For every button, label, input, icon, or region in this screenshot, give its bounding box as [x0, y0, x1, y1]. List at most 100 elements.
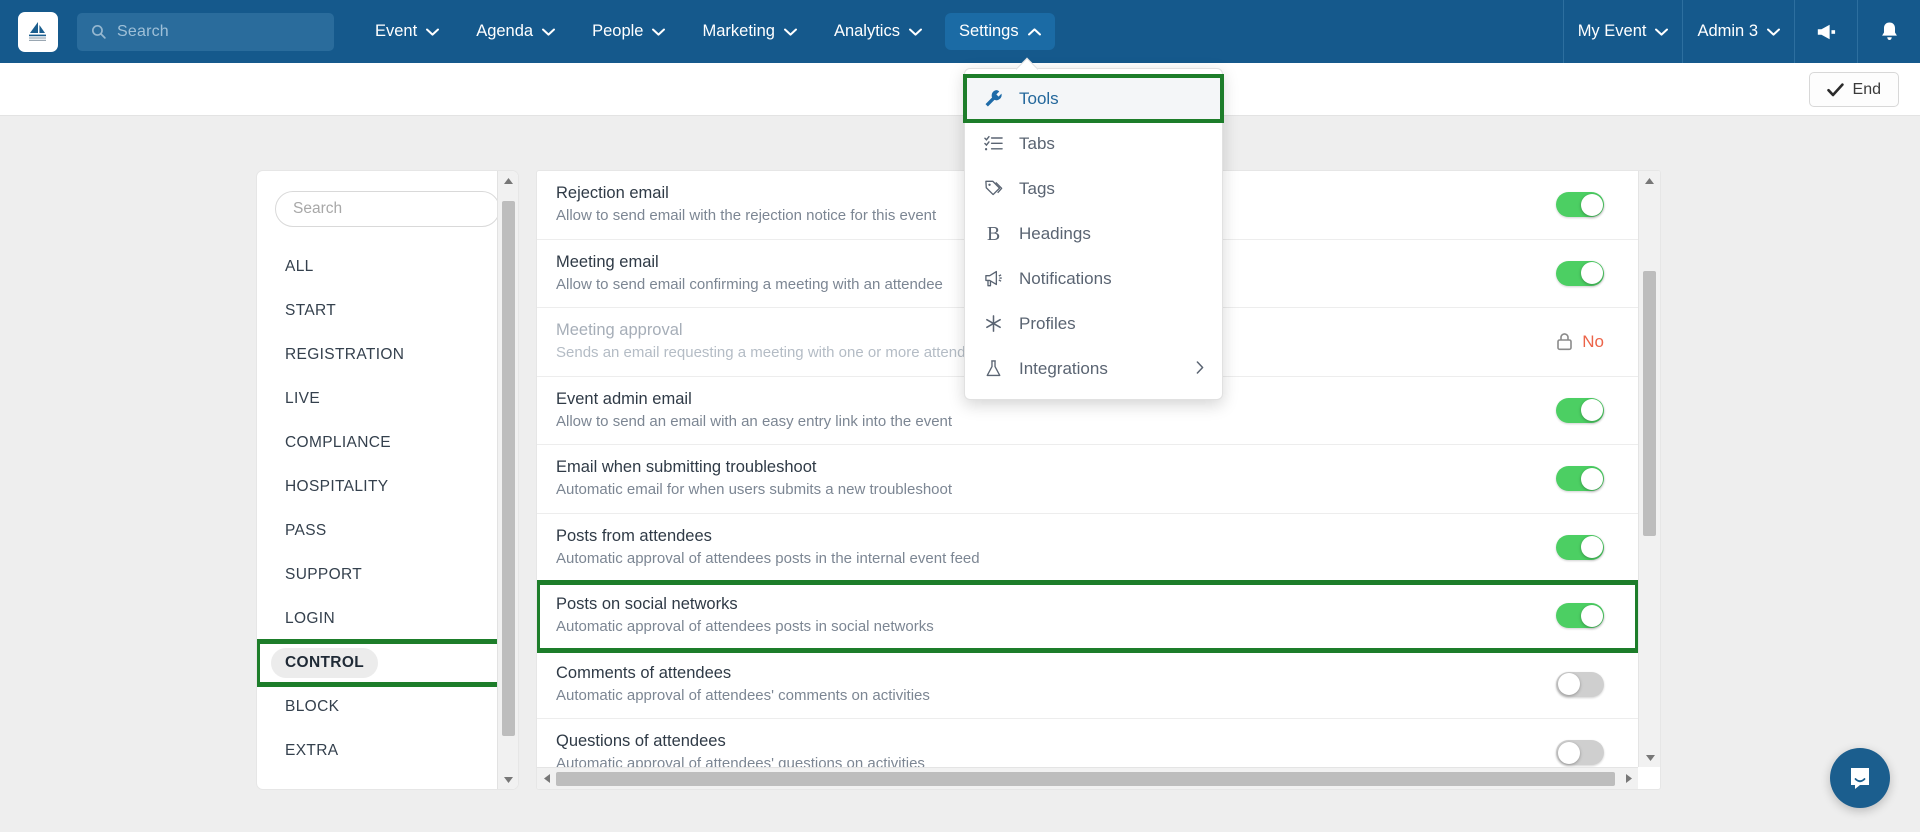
scroll-left-arrow[interactable] — [537, 768, 556, 790]
facet-item-hospitality[interactable]: HOSPITALITY — [257, 465, 518, 509]
row-value: No — [1582, 331, 1604, 351]
facet-search-placeholder: Search — [293, 200, 343, 217]
row-toggle[interactable] — [1556, 740, 1604, 766]
search-input[interactable]: Search — [77, 12, 334, 51]
row-toggle[interactable] — [1556, 192, 1604, 218]
facet-item-label: LIVE — [285, 390, 321, 407]
nav-item-settings[interactable]: Settings — [944, 13, 1055, 50]
facet-item-label: EXTRA — [285, 742, 339, 759]
app-logo[interactable] — [18, 11, 58, 52]
sailboat-logo-icon — [29, 21, 46, 41]
main-stage: Search ALL START REGISTRATION LIVE COMPL… — [0, 117, 1920, 832]
scroll-right-arrow[interactable] — [1619, 768, 1638, 790]
chevron-down-icon — [542, 28, 556, 36]
row-description: Automatic approval of attendees' comment… — [556, 686, 930, 704]
facet-item-live[interactable]: LIVE — [257, 377, 518, 421]
row-toggle[interactable] — [1556, 466, 1604, 492]
row-title: Posts from attendees — [556, 526, 712, 545]
chevron-up-icon — [1027, 27, 1041, 35]
navbar-right: My Event Admin 3 — [1562, 0, 1920, 63]
scroll-down-arrow[interactable] — [498, 770, 518, 789]
facet-item-all[interactable]: ALL — [257, 245, 518, 289]
nav-item-people[interactable]: People — [578, 13, 679, 50]
nav-item-event[interactable]: Event — [361, 13, 453, 50]
settings-vertical-scrollbar[interactable] — [1638, 171, 1660, 767]
chevron-down-icon — [1767, 28, 1780, 36]
row-locked-value: No — [1556, 332, 1604, 352]
facet-item-pass[interactable]: PASS — [257, 509, 518, 553]
table-row[interactable]: Questions of attendees Automatic approva… — [537, 719, 1638, 767]
row-title: Email when submitting troubleshoot — [556, 458, 817, 477]
facet-item-registration[interactable]: REGISTRATION — [257, 333, 518, 377]
nav-item-analytics[interactable]: Analytics — [820, 13, 936, 50]
facet-item-compliance[interactable]: COMPLIANCE — [257, 421, 518, 465]
settings-scroll-thumb[interactable] — [1643, 271, 1656, 536]
chevron-down-icon — [652, 28, 666, 36]
menu-item-label: Integrations — [1019, 358, 1108, 378]
row-description: Automatic approval of attendees posts in… — [556, 618, 934, 636]
row-toggle[interactable] — [1556, 671, 1604, 697]
menu-item-label: Tags — [1019, 178, 1055, 198]
table-row[interactable]: Posts from attendees Automatic approval … — [537, 514, 1638, 582]
facet-item-support[interactable]: SUPPORT — [257, 553, 518, 597]
chevron-down-icon — [426, 28, 440, 36]
menu-item-tools[interactable]: Tools — [963, 74, 1224, 123]
scroll-up-arrow[interactable] — [498, 171, 518, 190]
bell-icon — [1881, 22, 1897, 41]
menu-item-tabs[interactable]: Tabs — [965, 121, 1222, 166]
facet-scroll-thumb[interactable] — [502, 201, 515, 736]
megaphone-icon — [983, 269, 1004, 288]
notifications-button[interactable] — [1858, 0, 1920, 63]
horizontal-scroll-thumb[interactable] — [556, 772, 1615, 786]
search-icon — [91, 24, 106, 39]
end-button[interactable]: End — [1808, 72, 1899, 107]
check-icon — [1826, 82, 1844, 96]
nav-item-label: Marketing — [702, 22, 775, 40]
nav-item-label: People — [592, 22, 644, 40]
menu-item-label: Tools — [1019, 88, 1059, 108]
chevron-down-icon — [908, 28, 922, 36]
user-menu[interactable]: Admin 3 — [1683, 13, 1794, 50]
row-toggle[interactable] — [1556, 260, 1604, 286]
row-toggle[interactable] — [1556, 397, 1604, 423]
chevron-down-icon — [1655, 28, 1669, 36]
row-toggle[interactable] — [1556, 603, 1604, 629]
facet-item-block[interactable]: BLOCK — [257, 685, 518, 729]
scroll-down-arrow[interactable] — [1639, 748, 1660, 767]
menu-item-label: Profiles — [1019, 313, 1076, 333]
facet-item-start[interactable]: START — [257, 289, 518, 333]
facet-list: ALL START REGISTRATION LIVE COMPLIANCE H… — [257, 245, 518, 773]
facet-scrollbar[interactable] — [497, 171, 518, 789]
end-button-label: End — [1852, 80, 1881, 98]
chat-widget-button[interactable] — [1830, 748, 1890, 808]
menu-item-headings[interactable]: B Headings — [965, 211, 1222, 256]
user-menu-label: Admin 3 — [1697, 22, 1758, 40]
menu-item-profiles[interactable]: Profiles — [965, 301, 1222, 346]
facet-item-label: BLOCK — [285, 698, 340, 715]
facet-item-login[interactable]: LOGIN — [257, 597, 518, 641]
sub-toolbar: End — [0, 63, 1920, 116]
row-toggle[interactable] — [1556, 534, 1604, 560]
menu-item-tags[interactable]: Tags — [965, 166, 1222, 211]
top-navbar: Search Event Agenda People Marketing Ana… — [0, 0, 1920, 63]
table-row-posts-on-social-networks[interactable]: Posts on social networks Automatic appro… — [537, 580, 1638, 653]
bold-b-icon: B — [986, 222, 1001, 245]
facet-item-control[interactable]: CONTROL — [257, 639, 518, 687]
menu-item-label: Tabs — [1019, 133, 1055, 153]
scroll-up-arrow[interactable] — [1639, 171, 1660, 190]
settings-horizontal-scrollbar[interactable] — [537, 767, 1638, 789]
table-row[interactable]: Comments of attendees Automatic approval… — [537, 651, 1638, 719]
event-switcher[interactable]: My Event — [1564, 13, 1683, 50]
facet-item-label: SUPPORT — [285, 566, 363, 583]
main-nav: Event Agenda People Marketing Analytics — [361, 13, 1064, 50]
announcements-button[interactable] — [1795, 0, 1857, 63]
menu-item-notifications[interactable]: Notifications — [965, 256, 1222, 301]
row-title: Comments of attendees — [556, 663, 732, 682]
row-description: Automatic approval of attendees' questio… — [556, 755, 925, 767]
table-row[interactable]: Email when submitting troubleshoot Autom… — [537, 445, 1638, 514]
facet-item-extra[interactable]: EXTRA — [257, 729, 518, 773]
facet-search-input[interactable]: Search — [275, 191, 500, 227]
menu-item-integrations[interactable]: Integrations — [965, 346, 1222, 391]
nav-item-agenda[interactable]: Agenda — [462, 13, 569, 50]
nav-item-marketing[interactable]: Marketing — [688, 13, 810, 50]
